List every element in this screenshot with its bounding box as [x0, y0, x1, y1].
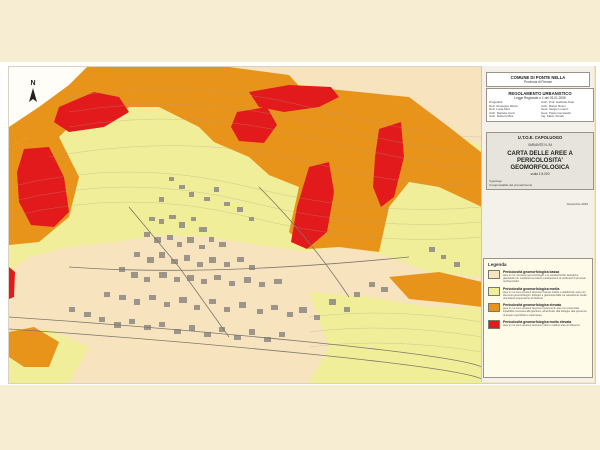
legend-item-low: Pericolosità geomorfologica bassa aree i… — [488, 270, 588, 284]
bottom-band — [0, 385, 600, 450]
utoe-label: U.T.O.E. CAPOLUOGO — [517, 135, 563, 140]
north-arrow: N — [26, 80, 40, 104]
legend-swatch-low — [488, 270, 500, 279]
top-band — [0, 0, 600, 62]
zone-very-high-7 — [9, 267, 15, 299]
variante-label: VARIANTE N. 54 — [527, 143, 553, 147]
legend-swatch-medium — [488, 286, 500, 296]
north-arrow-icon — [29, 88, 37, 102]
provincia-name: Provincia di Firenze — [524, 80, 552, 84]
regolamento-box: REGOLAMENTO URBANISTICO Legge Regionale … — [486, 88, 594, 122]
credits-left: Progettisti Dott. Giuseppe Riccio Dott. … — [489, 101, 539, 119]
comune-box: COMUNE DI PONTE NELLA Provincia di Firen… — [486, 72, 590, 87]
credits-right: Arch. Prof. Gabriele Pasi Arch. Marco Ro… — [541, 101, 591, 119]
credits: Progettisti Dott. Giuseppe Riccio Dott. … — [489, 101, 591, 119]
legend-item-medium: Pericolosità geomorfologica media aree i… — [488, 286, 588, 301]
legend-item-high: Pericolosità geomorfologica elevata aree… — [488, 303, 588, 317]
legend-item-desc: aree in cui sono presenti fenomeni frano… — [503, 290, 587, 301]
legend-item-desc: aree in cui sono presenti fenomeni attiv… — [503, 323, 580, 327]
date-label: Novembre 2010 — [566, 203, 588, 206]
carta-box: U.T.O.E. CAPOLUOGO VARIANTE N. 54 CARTA … — [486, 132, 594, 191]
north-label: N — [30, 80, 36, 87]
scala-label: scala 1:5.000 — [530, 172, 550, 176]
legend-item-very-high: Pericolosità geomorfologica molto elevat… — [488, 319, 588, 329]
legend-item-desc: aree in cui i processi geomorfologici e … — [503, 274, 586, 284]
date-box: Novembre 2010 — [486, 203, 588, 207]
legend-title: Legenda — [488, 262, 507, 267]
carta-title: CARTA DELLE AREE A PERICOLOSITA' GEOMORF… — [507, 151, 573, 171]
legend-item-desc: aree in cui sono presenti fenomeni quies… — [503, 307, 587, 317]
regolamento-sub: Legge Regionale n.1 del 03.01.2005 — [514, 96, 566, 100]
collaboratore-line: Arch. Roberto Bini — [489, 115, 514, 119]
legend: Legenda Pericolosità geomorfologica bass… — [483, 258, 593, 378]
progettista-line: Ing. Fabio Tonelli — [541, 115, 564, 119]
legend-swatch-high — [488, 303, 500, 313]
legend-swatch-very-high — [488, 319, 500, 329]
responsabile-label: Il responsabile del procedimento — [489, 183, 533, 187]
